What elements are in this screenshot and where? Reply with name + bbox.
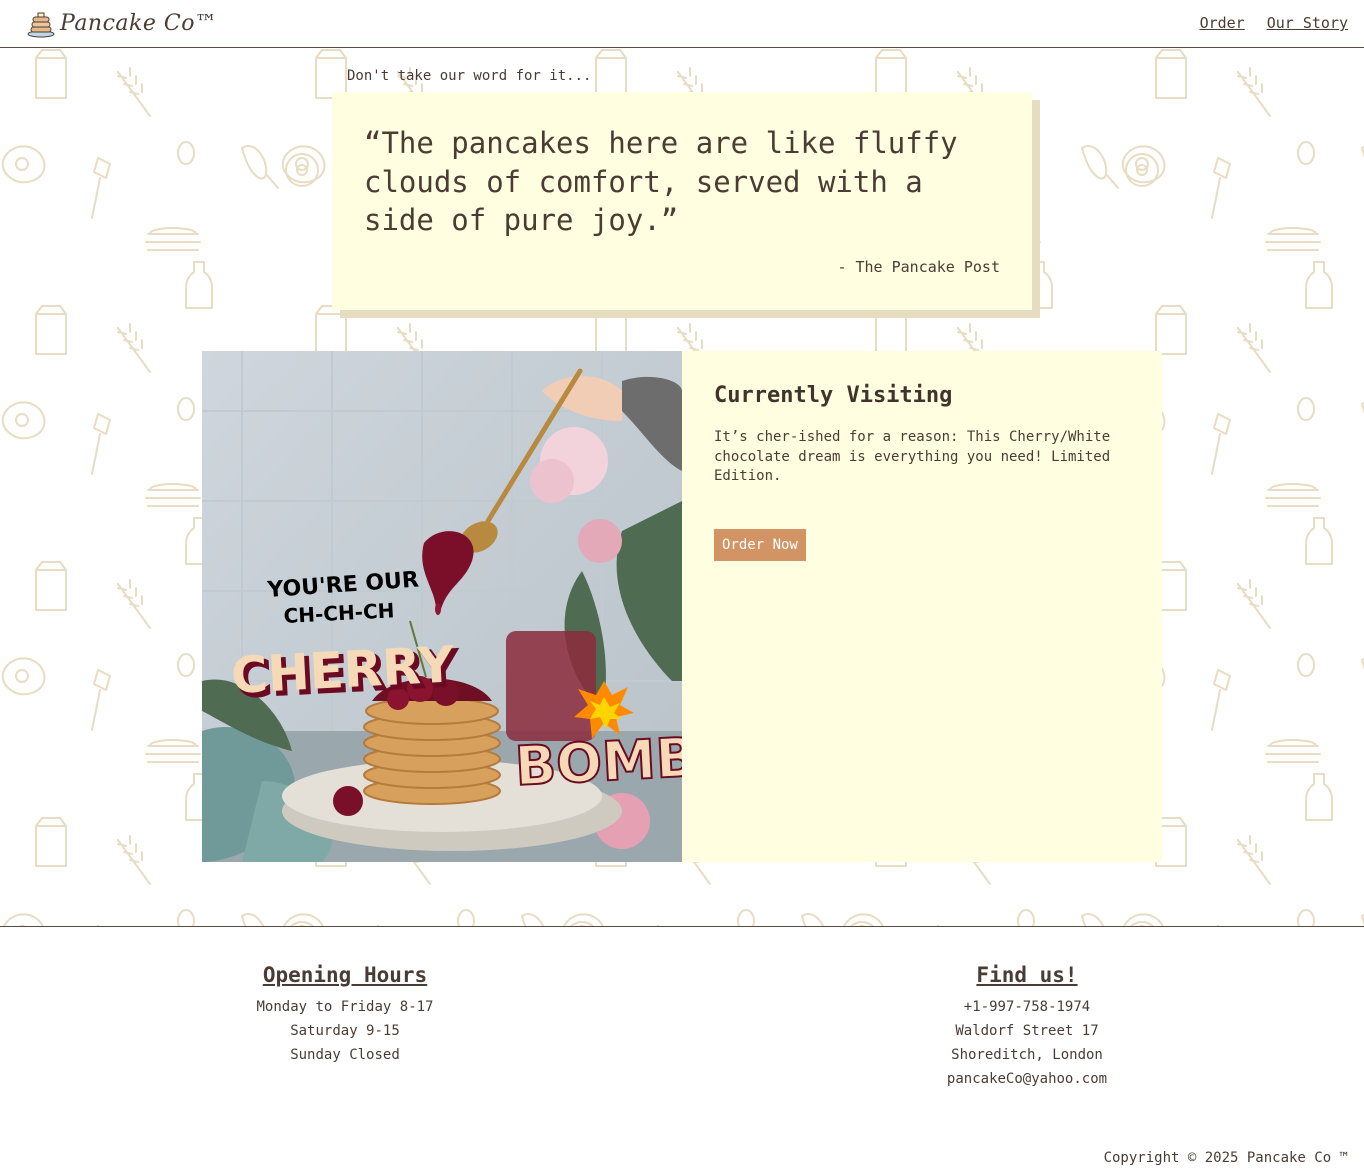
featured-info-panel: Currently Visiting It’s cher-ished for a… <box>682 351 1162 862</box>
brand-logo[interactable]: Pancake Co™ <box>26 8 217 38</box>
contact-phone[interactable]: +1-997-758-1974 <box>867 995 1187 1019</box>
featured-section: YOU'RE OUR CH-CH-CH CHERRY CHERRY BOMB! … <box>202 351 1162 862</box>
opening-hours-title: Opening Hours <box>262 963 428 987</box>
nav-order-link[interactable]: Order <box>1200 14 1245 32</box>
contact-city: Shoreditch, London <box>951 1047 1103 1063</box>
cherry-pancake-image: YOU'RE OUR CH-CH-CH CHERRY CHERRY BOMB! <box>202 351 682 862</box>
hours-sunday: Sunday Closed <box>290 1047 400 1063</box>
find-us-section: Find us! +1-997-758-1974 Waldorf Street … <box>867 963 1187 1091</box>
pancake-logo-icon <box>27 12 55 38</box>
image-caption-bomb: BOMB! <box>513 724 682 798</box>
testimonial-quote: “The pancakes here are like fluffy cloud… <box>364 126 958 237</box>
main-nav: Order Our Story <box>1200 14 1348 32</box>
hours-weekdays: Monday to Friday 8-17 <box>256 999 434 1015</box>
copyright-text: Copyright © 2025 Pancake Co ™ <box>1103 1150 1348 1166</box>
nav-our-story-link[interactable]: Our Story <box>1267 14 1348 32</box>
site-footer: Opening Hours Monday to Friday 8-17 Satu… <box>0 926 1364 1172</box>
image-caption-cherry-face: CHERRY <box>230 635 457 705</box>
site-header: Pancake Co™ Order Our Story <box>0 0 1364 48</box>
contact-email[interactable]: pancakeCo@yahoo.com <box>867 1067 1187 1091</box>
find-us-title: Find us! <box>976 963 1078 987</box>
testimonial-card: “The pancakes here are like fluffy cloud… <box>332 92 1032 310</box>
contact-street: Waldorf Street 17 <box>955 1023 1099 1039</box>
brand-name: Pancake Co™ <box>60 10 218 36</box>
featured-description: It’s cher-ished for a reason: This Cherr… <box>714 429 1111 484</box>
featured-title: Currently Visiting <box>714 383 953 408</box>
testimonial-source: - The Pancake Post <box>837 258 1000 276</box>
testimonial-intro: Don't take our word for it... <box>347 68 592 84</box>
order-now-button[interactable]: Order Now <box>714 528 806 561</box>
opening-hours-section: Opening Hours Monday to Friday 8-17 Satu… <box>185 963 505 1067</box>
hours-saturday: Saturday 9-15 <box>290 1023 400 1039</box>
